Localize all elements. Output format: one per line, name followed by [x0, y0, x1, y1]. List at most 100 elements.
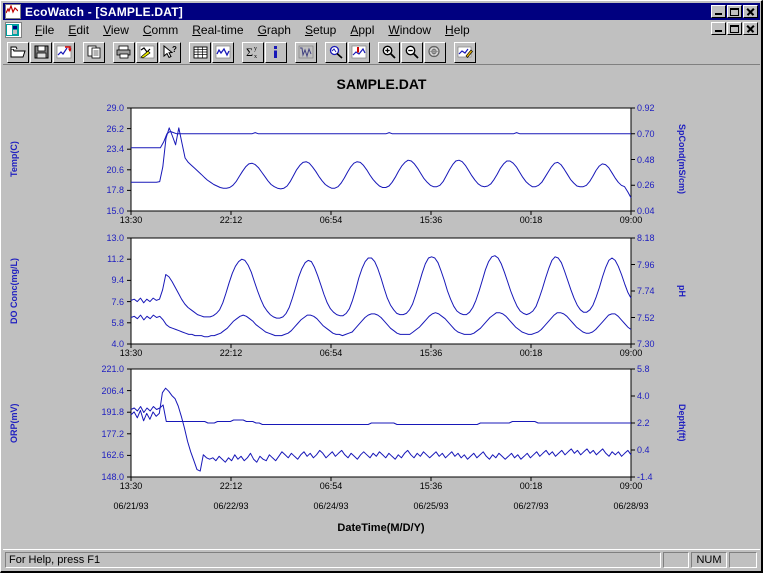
copy-icon[interactable]	[83, 41, 105, 63]
print-icon[interactable]	[113, 41, 135, 63]
xtick-time-0-0: 13:30	[119, 215, 143, 225]
menu-item-file[interactable]: File	[28, 22, 61, 38]
ytick-left-1-5: 13.0	[106, 233, 124, 243]
ytick-left-2-4: 206.4	[101, 385, 124, 396]
ytick-right-1-4: 8.18	[637, 233, 655, 243]
graph-view-icon[interactable]	[212, 41, 234, 63]
ytick-right-2-4: 5.8	[637, 364, 650, 374]
minimize-button[interactable]	[711, 5, 726, 18]
export-graph-icon[interactable]	[53, 41, 75, 63]
xtick-time-2-1: 22:12	[219, 481, 243, 491]
svg-text:x: x	[254, 54, 257, 59]
zoom-select-icon[interactable]	[325, 41, 347, 63]
xtick-time-0-3: 15:36	[419, 215, 443, 225]
ytick-left-2-1: 162.6	[101, 450, 124, 461]
toolbar: ? Σ y x	[3, 40, 760, 65]
ytick-left-2-0: 148.0	[101, 472, 124, 482]
save-file-icon[interactable]	[30, 41, 52, 63]
zoom-in-icon[interactable]	[378, 41, 400, 63]
ytick-right-2-3: 4.0	[637, 391, 650, 401]
table-view-icon[interactable]	[189, 41, 211, 63]
menu-item-help[interactable]: Help	[438, 22, 477, 38]
xtick-time-1-3: 15:36	[419, 348, 443, 358]
menu-item-view[interactable]: View	[96, 22, 136, 38]
axis-title-right-2: Depth(ft)	[677, 404, 687, 442]
ytick-left-0-5: 29.0	[106, 103, 124, 113]
ytick-right-2-1: 0.4	[637, 445, 650, 455]
menu-item-appl[interactable]: Appl	[343, 22, 381, 38]
ytick-left-1-3: 9.4	[111, 275, 124, 286]
xtick-time-1-0: 13:30	[119, 348, 143, 358]
realtime-plot-icon[interactable]	[295, 41, 317, 63]
ytick-left-0-3: 23.4	[106, 144, 124, 155]
mdi-minimize-button[interactable]	[711, 22, 726, 35]
status-pane-empty-1	[663, 551, 689, 568]
menu-item-realtime[interactable]: Real-time	[185, 22, 250, 38]
xtick-time-0-5: 09:00	[619, 215, 643, 225]
xtick-date-0: 06/21/93	[113, 501, 149, 511]
close-button[interactable]	[743, 5, 758, 18]
xtick-time-0-4: 00:18	[519, 215, 543, 225]
xtick-date-4: 06/27/93	[513, 501, 549, 511]
status-pane-empty-2	[729, 551, 757, 568]
ytick-right-2-2: 2.2	[637, 418, 650, 428]
xtick-time-2-5: 09:00	[619, 481, 643, 491]
menu-bar: File Edit View Comm Real-time Graph Setu…	[3, 21, 760, 39]
edit-graph-icon[interactable]	[454, 41, 476, 63]
ytick-left-2-3: 191.8	[101, 407, 124, 418]
ytick-left-2-2: 177.2	[101, 428, 124, 439]
x-axis-label: DateTime(M/D/Y)	[337, 522, 425, 534]
zoom-reset-icon[interactable]	[424, 41, 446, 63]
mdi-window-controls	[711, 22, 758, 35]
svg-text:y: y	[254, 46, 257, 52]
menu-item-setup[interactable]: Setup	[298, 22, 343, 38]
ytick-left-2-5: 221.0	[101, 364, 124, 374]
ytick-left-1-2: 7.6	[111, 296, 124, 307]
ecowatch-icon	[5, 4, 21, 19]
status-bar: For Help, press F1 NUM	[3, 549, 760, 569]
ytick-right-0-4: 0.92	[637, 103, 655, 113]
mdi-restore-button[interactable]	[727, 22, 742, 35]
ytick-right-1-3: 7.96	[637, 259, 655, 270]
open-file-icon[interactable]	[7, 41, 29, 63]
restore-button[interactable]	[727, 5, 742, 18]
title-bar: EcoWatch - [SAMPLE.DAT]	[3, 3, 760, 20]
menu-item-comm[interactable]: Comm	[136, 22, 185, 38]
xtick-date-1: 06/22/93	[213, 501, 249, 511]
xtick-time-2-4: 00:18	[519, 481, 543, 491]
document-icon[interactable]	[5, 22, 22, 38]
window-title: EcoWatch - [SAMPLE.DAT]	[25, 4, 183, 19]
ytick-right-1-1: 7.52	[637, 312, 655, 323]
highlight-graph-icon[interactable]	[136, 41, 158, 63]
axis-title-left-1: DO Conc(mg/L)	[9, 258, 19, 324]
statistics-icon[interactable]: Σ y x	[242, 41, 264, 63]
graph-marker-icon[interactable]	[348, 41, 370, 63]
ytick-left-1-4: 11.2	[107, 254, 124, 265]
ytick-left-0-4: 26.2	[106, 123, 124, 134]
ytick-left-0-1: 17.8	[106, 185, 124, 196]
xtick-date-3: 06/25/93	[413, 501, 449, 511]
menu-item-window[interactable]: Window	[381, 22, 438, 38]
svg-text:Σ: Σ	[246, 45, 253, 59]
ytick-left-0-2: 20.6	[106, 164, 124, 175]
chart-client-area: SAMPLE.DAT 15.0 17.8 20.6 23.4 26.2 29.0 0.04 0…	[3, 66, 760, 549]
menu-item-edit[interactable]: Edit	[61, 22, 96, 38]
ytick-right-0-2: 0.48	[637, 154, 655, 165]
ytick-left-1-1: 5.8	[111, 317, 124, 328]
xtick-time-1-4: 00:18	[519, 348, 543, 358]
menu-item-graph[interactable]: Graph	[251, 22, 298, 38]
info-icon[interactable]	[265, 41, 287, 63]
axis-title-right-1: pH	[677, 285, 687, 297]
mdi-close-button[interactable]	[743, 22, 758, 35]
xtick-time-1-2: 06:54	[319, 348, 343, 358]
xtick-date-2: 06/24/93	[313, 501, 349, 511]
status-num-indicator: NUM	[691, 551, 727, 568]
help-pointer-icon[interactable]: ?	[159, 41, 181, 63]
ytick-right-1-2: 7.74	[637, 286, 655, 296]
axis-title-left-2: ORP(mV)	[9, 403, 19, 443]
ytick-left-1-0: 4.0	[111, 339, 124, 349]
window-controls	[711, 5, 758, 18]
zoom-out-icon[interactable]	[401, 41, 423, 63]
application-window: EcoWatch - [SAMPLE.DAT] File Edit View C…	[0, 0, 763, 573]
xtick-time-2-0: 13:30	[119, 481, 143, 491]
